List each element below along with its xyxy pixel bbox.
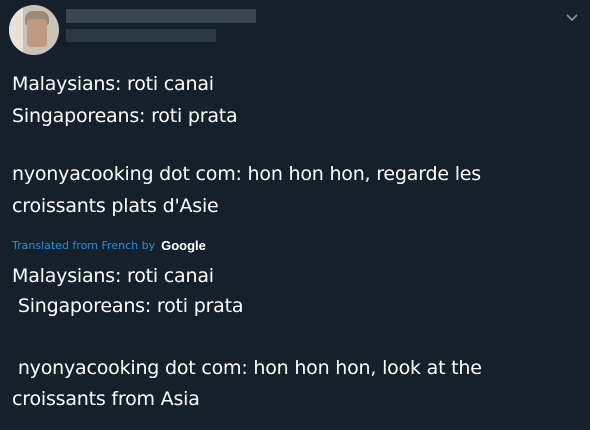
- translated-line-5: croissants from Asia: [12, 388, 200, 410]
- avatar[interactable]: [9, 5, 59, 55]
- translation-attribution: Translated from French by Google: [12, 236, 206, 254]
- original-line-4: nyonyacooking dot com: hon hon hon, rega…: [12, 163, 481, 185]
- original-line-1: Malaysians: roti canai: [12, 73, 214, 95]
- username-redacted: [66, 29, 216, 42]
- translated-line-1: Malaysians: roti canai: [12, 265, 214, 287]
- chevron-down-icon[interactable]: [565, 12, 579, 24]
- display-name-redacted[interactable]: [66, 9, 256, 23]
- original-line-2: Singaporeans: roti prata: [12, 105, 238, 127]
- google-logo: Google: [161, 237, 206, 253]
- translated-line-2: Singaporeans: roti prata: [12, 295, 244, 317]
- tweet: Malaysians: roti canai Singaporeans: rot…: [0, 0, 590, 430]
- original-line-5: croissants plats d'Asie: [12, 195, 219, 217]
- translated-line-4: nyonyacooking dot com: hon hon hon, look…: [12, 357, 482, 379]
- translated-from-label[interactable]: Translated from French by: [12, 239, 155, 252]
